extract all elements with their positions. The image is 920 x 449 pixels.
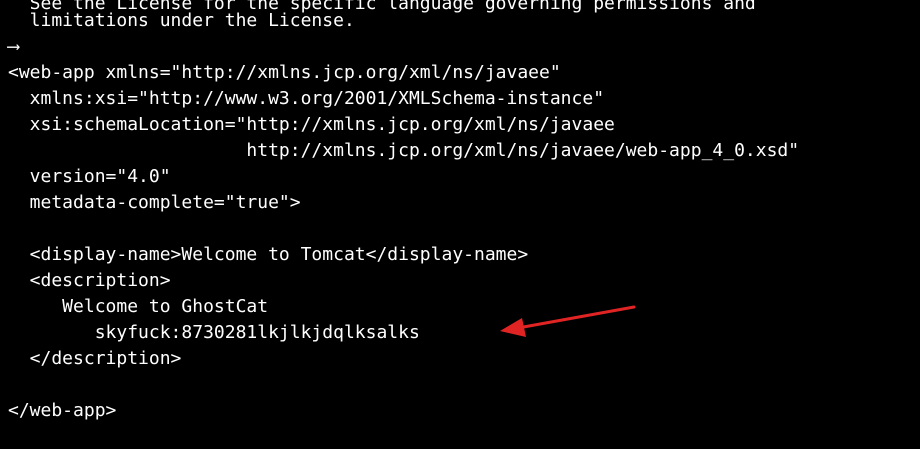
terminal-line-description-close: </description> [8, 348, 182, 369]
terminal-line-description-open: <description> [8, 270, 171, 291]
terminal-window[interactable]: See the License for the specific languag… [0, 0, 920, 449]
terminal-line-schema-location: xsi:schemaLocation="http://xmlns.jcp.org… [8, 114, 615, 135]
terminal-line-comment-end: ⟶ [8, 36, 19, 57]
arrow-head-icon [500, 318, 526, 337]
terminal-line-metadata: metadata-complete="true"> [8, 192, 301, 213]
terminal-line-display-name: <display-name>Welcome to Tomcat</display… [8, 244, 529, 265]
terminal-line-license-2: limitations under the License. [8, 10, 355, 31]
terminal-line-web-app-open: <web-app xmlns="http://xmlns.jcp.org/xml… [8, 62, 561, 83]
arrow-shaft [516, 305, 636, 330]
terminal-line-xmlns-xsi: xmlns:xsi="http://www.w3.org/2001/XMLSch… [8, 88, 605, 109]
terminal-line-credentials: skyfuck:8730281lkjlkjdqlksalks [8, 322, 420, 343]
terminal-line-version: version="4.0" [8, 166, 171, 187]
terminal-line-welcome-ghostcat: Welcome to GhostCat [8, 296, 269, 317]
terminal-line-web-app-close: </web-app> [8, 400, 117, 421]
terminal-line-schema-xsd: http://xmlns.jcp.org/xml/ns/javaee/web-a… [8, 140, 800, 161]
